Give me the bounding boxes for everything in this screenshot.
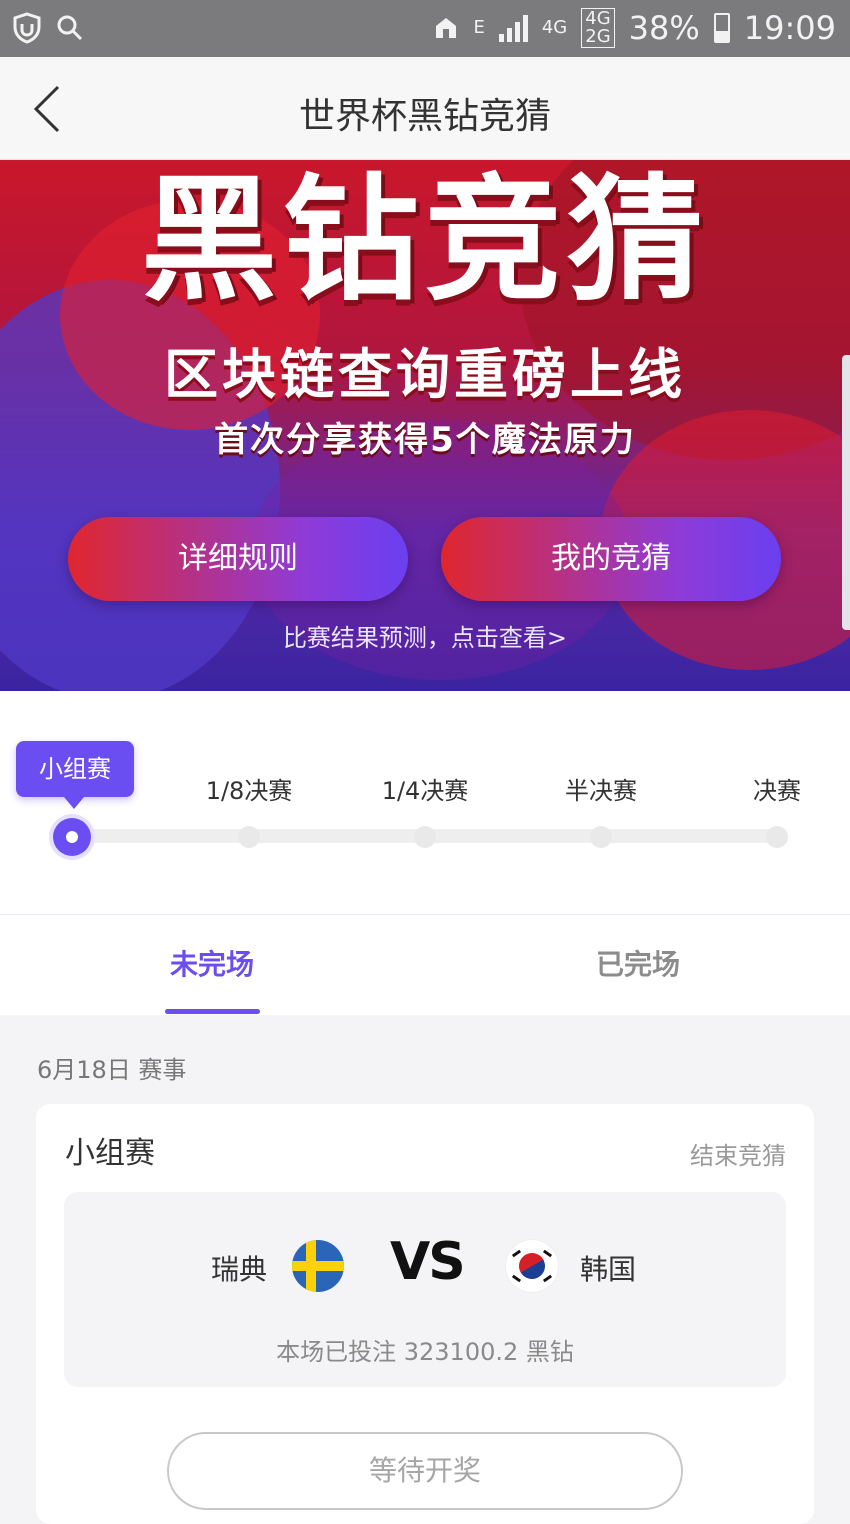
my-bets-button[interactable]: 我的竞猜 bbox=[441, 517, 781, 601]
battery-icon bbox=[713, 13, 730, 43]
clock: 19:09 bbox=[743, 9, 836, 47]
match-teams-box: 瑞典 VS 韩国 本场已投注 323100.2 黑钻 bbox=[64, 1192, 786, 1387]
stage-dot[interactable] bbox=[766, 826, 788, 848]
promo-banner: 黑钻竞猜 区块链查询重磅上线 首次分享获得5个魔法原力 详细规则 我的竞猜 比赛… bbox=[0, 160, 850, 691]
home-icon bbox=[436, 18, 457, 38]
dual-sim-indicator: 4G 2G bbox=[581, 8, 615, 48]
tab-pending[interactable]: 未完场 bbox=[170, 943, 254, 983]
vs-label: VS bbox=[390, 1232, 466, 1292]
lte-label: 4G bbox=[541, 17, 568, 38]
signal-icon bbox=[498, 14, 528, 42]
status-bar: E 4G 4G 2G 38% 19:09 bbox=[0, 0, 850, 57]
banner-headline: 黑钻竞猜 bbox=[141, 162, 709, 320]
page-title: 世界杯黑钻竞猜 bbox=[298, 96, 551, 137]
stage-dot[interactable] bbox=[414, 826, 436, 848]
side-scroll-indicator bbox=[842, 355, 850, 630]
stage-item-final[interactable]: 决赛 bbox=[753, 771, 801, 806]
tab-active-indicator bbox=[165, 1009, 260, 1014]
match-stage-label: 小组赛 bbox=[65, 1136, 155, 1171]
tab-finished[interactable]: 已完场 bbox=[596, 943, 680, 983]
network-type-label: E bbox=[473, 17, 485, 38]
match-tabs: 未完场 已完场 bbox=[0, 915, 850, 1015]
stage-item-group[interactable]: 小组赛 bbox=[16, 741, 134, 809]
stage-dot-active[interactable] bbox=[53, 818, 91, 856]
nav-bar: 世界杯黑钻竞猜 bbox=[0, 57, 850, 160]
stage-dot[interactable] bbox=[590, 826, 612, 848]
banner-promo-text: 首次分享获得5个魔法原力 bbox=[214, 420, 636, 460]
stage-item-quarterfinal[interactable]: 1/4决赛 bbox=[382, 771, 469, 806]
match-status-label: 结束竞猜 bbox=[690, 1142, 786, 1170]
stage-item-round-of-16[interactable]: 1/8决赛 bbox=[206, 771, 293, 806]
await-draw-button[interactable]: 等待开奖 bbox=[167, 1432, 683, 1510]
shield-icon bbox=[13, 12, 41, 44]
sim2-label: 2G bbox=[585, 26, 611, 47]
stage-item-semifinal[interactable]: 半决赛 bbox=[565, 771, 637, 806]
sweden-flag-icon bbox=[292, 1240, 344, 1292]
search-icon bbox=[57, 15, 83, 41]
prediction-link[interactable]: 比赛结果预测，点击查看> bbox=[0, 618, 850, 653]
banner-subheadline: 区块链查询重磅上线 bbox=[164, 343, 686, 406]
stage-selector: 小组赛 1/8决赛 1/4决赛 半决赛 决赛 bbox=[0, 691, 850, 915]
rules-button[interactable]: 详细规则 bbox=[68, 517, 408, 601]
team-a-name: 瑞典 bbox=[211, 1253, 268, 1286]
battery-percent: 38% bbox=[628, 9, 700, 47]
bet-total-text: 本场已投注 323100.2 黑钻 bbox=[276, 1338, 574, 1366]
south-korea-flag-icon bbox=[506, 1240, 558, 1292]
team-b-name: 韩国 bbox=[580, 1253, 637, 1286]
match-card[interactable]: 小组赛 结束竞猜 瑞典 VS 韩国 本场已投注 323100.2 黑钻 等待开奖 bbox=[36, 1104, 814, 1524]
stage-dot[interactable] bbox=[238, 826, 260, 848]
date-header: 6月18日 赛事 bbox=[37, 1056, 187, 1084]
